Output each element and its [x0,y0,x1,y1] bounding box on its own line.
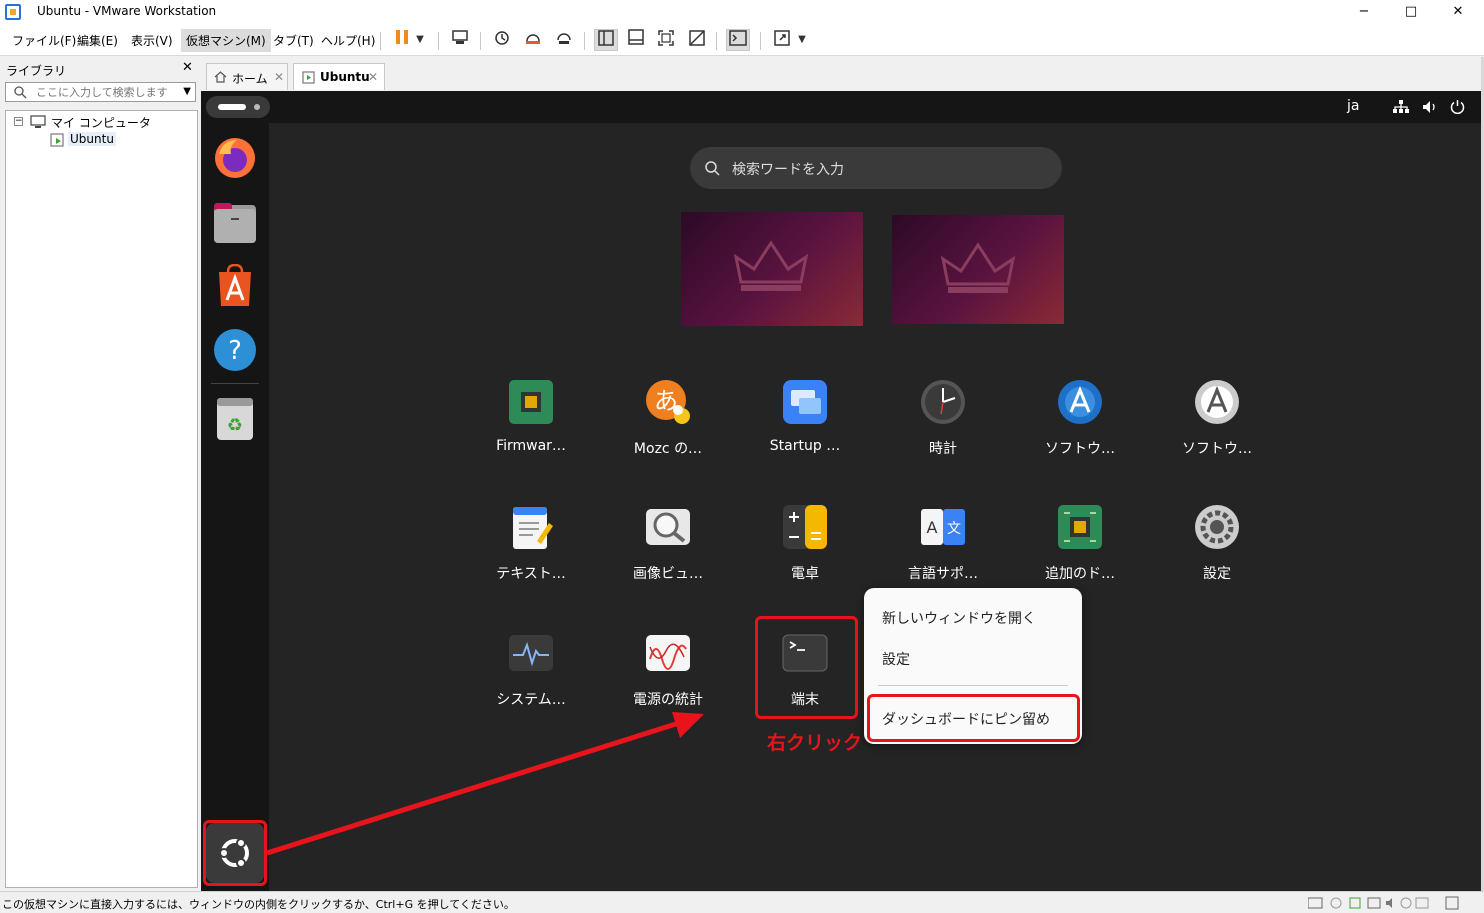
stretch-guest-icon[interactable] [770,29,794,51]
library-search-input[interactable] [36,83,186,101]
vm-icon [50,133,64,147]
computer-icon [30,115,46,128]
vm-icon [302,71,315,84]
fullscreen-icon[interactable] [654,29,678,51]
tab-home[interactable]: ホーム ✕ [206,63,288,90]
window-title: Ubuntu - VMware Workstation [37,4,217,18]
send-keys-icon[interactable] [448,29,472,51]
chevron-down-icon[interactable]: ▼ [412,29,428,51]
console-view-icon[interactable] [726,29,750,51]
close-button[interactable]: ✕ [1443,2,1473,22]
menu-help[interactable]: ヘルプ(H) [321,32,375,49]
toolbar-separator [716,32,717,50]
tab-strip: ホーム ✕ Ubuntu ✕ [201,57,1484,91]
search-icon [14,86,27,99]
menu-vm[interactable]: 仮想マシン(M) [181,29,271,52]
tab-close-icon[interactable]: ✕ [368,70,378,84]
vm-display[interactable]: ja ? ♻ 検索ワードを入力 Firmwar… あ Mozc の… Start… [201,91,1484,891]
library-view-icon[interactable] [594,29,618,51]
menu-file[interactable]: ファイル(F) [12,32,76,49]
library-header: ライブラリ [6,64,67,78]
title-bar: Ubuntu - VMware Workstation − □ ✕ [0,0,1484,24]
tab-home-label: ホーム [232,72,268,86]
tab-close-icon[interactable]: ✕ [274,70,284,84]
revert-snapshot-icon[interactable] [521,29,545,51]
menu-tabs[interactable]: タブ(T) [273,32,314,49]
status-bar: この仮想マシンに直接入力するには、ウィンドウの内側をクリックするか、Ctrl+G… [0,891,1484,913]
status-text: この仮想マシンに直接入力するには、ウィンドウの内側をクリックするか、Ctrl+G… [2,898,515,911]
tab-ubuntu-label: Ubuntu [320,70,370,84]
toolbar-separator [438,32,439,50]
library-tree: − マイ コンピュータ Ubuntu [5,110,198,888]
menu-bar: ファイル(F) 編集(E) 表示(V) 仮想マシン(M) タブ(T) ヘルプ(H… [0,24,1484,56]
collapse-icon[interactable]: − [14,117,23,126]
menu-view[interactable]: 表示(V) [131,32,173,49]
pause-icon[interactable] [390,29,414,51]
toolbar-separator [480,32,481,50]
home-icon [214,71,227,83]
tree-item-ubuntu[interactable]: Ubuntu [68,132,116,146]
snapshot-manager-icon[interactable] [552,29,576,51]
tab-ubuntu[interactable]: Ubuntu ✕ [293,63,385,90]
toolbar-separator [584,32,585,50]
library-search-field[interactable]: ▼ [5,82,196,102]
toolbar-separator [760,32,761,50]
library-pane: ライブラリ ✕ ▼ − マイ コンピュータ Ubuntu [0,57,201,891]
tree-item-my-computer[interactable]: マイ コンピュータ [51,114,151,131]
minimize-button[interactable]: − [1349,2,1379,22]
chevron-down-icon[interactable]: ▼ [794,29,810,51]
library-close-icon[interactable]: ✕ [182,60,193,75]
maximize-button[interactable]: □ [1396,2,1426,22]
menu-edit[interactable]: 編集(E) [77,32,118,49]
annotation-arrow [266,712,704,856]
thumbnail-view-icon[interactable] [624,29,648,51]
chevron-down-icon[interactable]: ▼ [183,86,191,97]
unity-mode-icon[interactable] [685,29,709,51]
snapshot-icon[interactable] [490,29,514,51]
vmware-app-icon [5,4,21,20]
toolbar-separator [380,32,381,50]
device-status-icons[interactable] [1308,896,1478,910]
